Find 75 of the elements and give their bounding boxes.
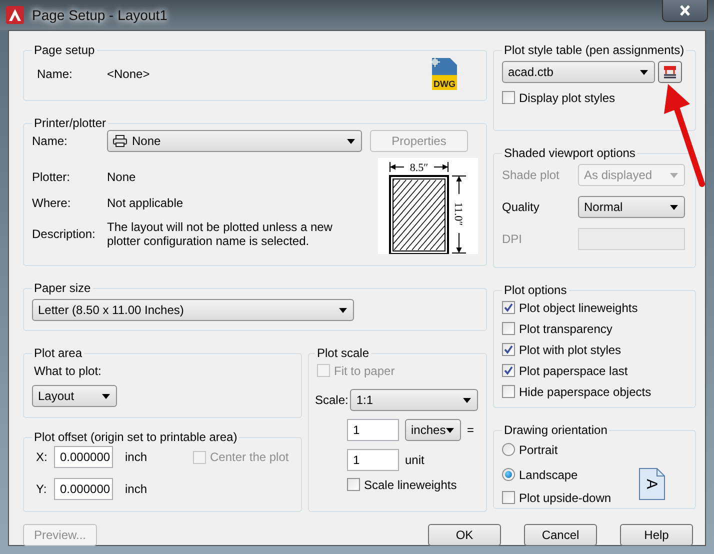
checkbox-label: Plot with plot styles	[519, 342, 622, 358]
group-heading: Plot scale	[316, 346, 370, 360]
checkbox-label: Plot transparency	[519, 320, 612, 338]
field-label: Where:	[32, 195, 72, 212]
dialog-button[interactable]: Help	[620, 524, 693, 546]
scale-dropdown[interactable]: 1:1	[350, 389, 478, 411]
field-label: X:	[35, 449, 48, 466]
radio-label: Landscape	[519, 466, 578, 484]
group-heading: Plot style table (pen assignments)	[503, 43, 686, 57]
edit-plot-style-button[interactable]	[658, 61, 682, 83]
checkbox[interactable]	[502, 385, 515, 398]
checkbox[interactable]	[502, 364, 515, 377]
checkbox[interactable]	[502, 491, 515, 504]
scale-input[interactable]: 1	[347, 419, 399, 441]
offset-input[interactable]: 0.000000	[54, 478, 113, 500]
paper-size-drawing: 8.5″ 11.0″	[378, 158, 478, 254]
group-heading: Plot offset (origin set to printable area)	[33, 430, 238, 444]
group-heading: Plot area	[33, 346, 84, 360]
close-button[interactable]	[662, 0, 708, 22]
unit-dropdown[interactable]: inches	[405, 419, 461, 441]
dialog-button[interactable]: Cancel	[524, 524, 597, 546]
group-heading: Printer/plotter	[33, 116, 108, 130]
printer-icon	[113, 135, 127, 147]
offset-input[interactable]: 0.000000	[54, 446, 113, 468]
checkbox[interactable]	[502, 343, 515, 356]
radio-label: Portrait	[519, 442, 558, 458]
plot-style-dropdown[interactable]: acad.ctb	[502, 61, 655, 83]
what-to-plot-dropdown[interactable]: Layout	[32, 385, 117, 407]
field-label: Plotter:	[32, 169, 72, 186]
checkbox-label: Fit to paper	[334, 362, 395, 380]
field-value: The layout will not be plotted unless a new plotter configuration name is selected.	[107, 220, 334, 248]
unit-label: unit	[405, 452, 424, 469]
radio-button[interactable]	[502, 443, 515, 456]
field-label: Name:	[32, 133, 68, 150]
page-orientation-icon: A	[639, 468, 665, 500]
checkbox-label: Plot object lineweights	[519, 300, 638, 316]
field-value: None	[107, 170, 137, 184]
checkbox-label: Plot upside-down	[519, 490, 612, 506]
field-label: What to plot:	[34, 363, 102, 380]
checkbox-label: Center the plot	[210, 449, 289, 466]
checkbox-label: Scale lineweights	[364, 476, 457, 494]
checkbox[interactable]	[347, 478, 360, 491]
paper-size-dropdown[interactable]: Letter (8.50 x 11.00 Inches)	[32, 299, 354, 321]
field-label: Shade plot	[502, 167, 560, 184]
checkbox[interactable]	[502, 301, 515, 314]
field-value: Not applicable	[107, 196, 184, 210]
unit-label: inch	[125, 481, 148, 498]
field-value: <None>	[107, 66, 151, 83]
field-label: DPI	[502, 231, 524, 248]
group-heading: Shaded viewport options	[503, 146, 636, 160]
group-heading: Page setup	[33, 43, 96, 57]
dropdown[interactable]: Normal	[578, 196, 685, 218]
group-heading: Plot options	[503, 283, 568, 297]
field-label: Scale:	[315, 392, 348, 409]
field-label: Name:	[37, 66, 74, 83]
checkbox-label: Display plot styles	[519, 90, 616, 106]
checkbox[interactable]	[502, 91, 515, 104]
plot-style-editor-icon	[663, 65, 677, 79]
scale-input[interactable]: 1	[347, 449, 399, 471]
unit-label: inch	[125, 449, 148, 466]
checkbox-label: Plot paperspace last	[519, 362, 628, 380]
printer-dropdown[interactable]: None	[107, 130, 362, 152]
app-logo-icon	[6, 6, 24, 24]
radio-button[interactable]	[502, 468, 515, 481]
window-title: Page Setup - Layout1	[32, 6, 168, 25]
close-icon	[679, 5, 691, 16]
group-heading: Drawing orientation	[503, 423, 608, 437]
group-heading: Paper size	[33, 281, 92, 295]
field-label: Y:	[35, 481, 48, 498]
equals-label: =	[467, 422, 474, 439]
checkbox-label: Hide paperspace objects	[519, 384, 652, 400]
field-label: Description:	[32, 226, 96, 243]
field-label: Quality	[502, 199, 540, 216]
dialog-button[interactable]: OK	[428, 524, 501, 546]
checkbox[interactable]	[502, 322, 515, 335]
